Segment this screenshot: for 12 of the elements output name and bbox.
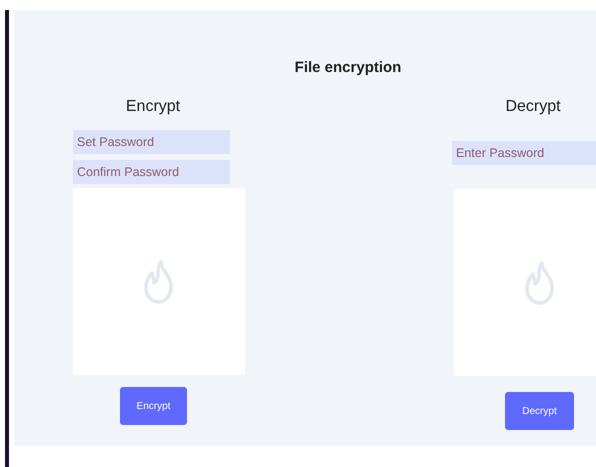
page-title: File encryption xyxy=(294,59,402,76)
section-heading: Decrypt xyxy=(505,98,561,116)
file-drop-zone[interactable] xyxy=(454,189,596,376)
flame-icon xyxy=(524,260,556,304)
action-button[interactable]: Encrypt xyxy=(120,387,187,425)
password-field[interactable]: Set Password xyxy=(73,130,230,154)
flame-icon xyxy=(143,260,175,304)
section-heading: Encrypt xyxy=(126,98,180,116)
password-field[interactable]: Confirm Password xyxy=(73,160,230,184)
password-field[interactable]: Enter Password xyxy=(452,141,596,165)
file-drop-zone[interactable] xyxy=(73,188,245,375)
action-button[interactable]: Decrypt xyxy=(505,392,574,430)
